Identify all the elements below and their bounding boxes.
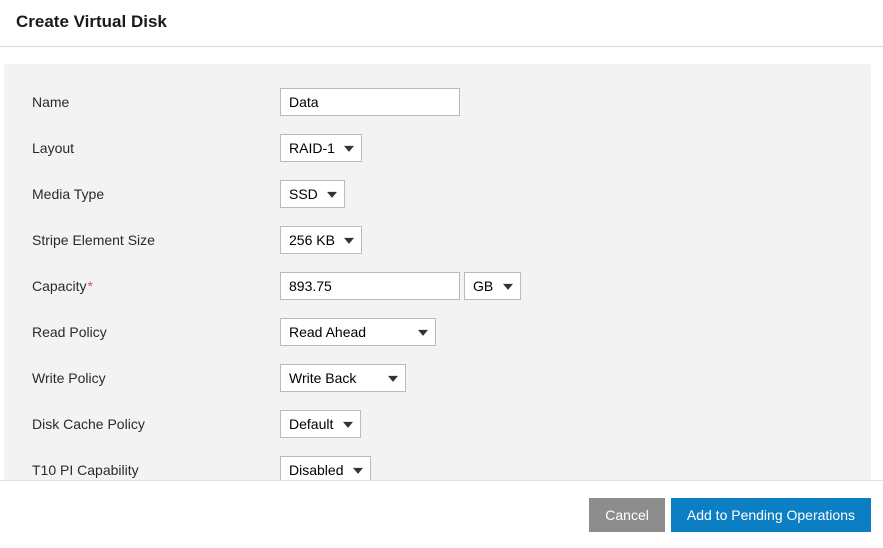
- label-media-type: Media Type: [32, 186, 280, 202]
- add-to-pending-button[interactable]: Add to Pending Operations: [671, 498, 871, 532]
- media-type-select[interactable]: SSD: [280, 180, 345, 208]
- label-disk-cache: Disk Cache Policy: [32, 416, 280, 432]
- cancel-button[interactable]: Cancel: [589, 498, 665, 532]
- row-write-policy: Write Policy Write Back: [32, 364, 843, 392]
- row-disk-cache: Disk Cache Policy Default: [32, 410, 843, 438]
- label-stripe-size: Stripe Element Size: [32, 232, 280, 248]
- row-media-type: Media Type SSD: [32, 180, 843, 208]
- row-stripe-size: Stripe Element Size 256 KB: [32, 226, 843, 254]
- dialog-footer: Cancel Add to Pending Operations: [0, 480, 883, 548]
- stripe-size-select[interactable]: 256 KB: [280, 226, 362, 254]
- dialog-title: Create Virtual Disk: [16, 12, 867, 32]
- label-read-policy: Read Policy: [32, 324, 280, 340]
- row-capacity: Capacity* GB: [32, 272, 843, 300]
- layout-select[interactable]: RAID-1: [280, 134, 362, 162]
- label-write-policy: Write Policy: [32, 370, 280, 386]
- t10-select[interactable]: Disabled: [280, 456, 371, 480]
- form-panel: Name Layout RAID-1 Media Type SSD: [4, 64, 871, 480]
- label-layout: Layout: [32, 140, 280, 156]
- capacity-input[interactable]: [280, 272, 460, 300]
- label-name: Name: [32, 94, 280, 110]
- write-policy-select[interactable]: Write Back: [280, 364, 406, 392]
- row-t10: T10 PI Capability Disabled: [32, 456, 843, 480]
- row-layout: Layout RAID-1: [32, 134, 843, 162]
- content-scroll-area[interactable]: Name Layout RAID-1 Media Type SSD: [0, 48, 883, 480]
- label-capacity: Capacity*: [32, 278, 280, 294]
- row-read-policy: Read Policy Read Ahead: [32, 318, 843, 346]
- row-name: Name: [32, 88, 843, 116]
- disk-cache-select[interactable]: Default: [280, 410, 361, 438]
- label-t10: T10 PI Capability: [32, 462, 280, 478]
- capacity-unit-select[interactable]: GB: [464, 272, 521, 300]
- dialog-header: Create Virtual Disk: [0, 0, 883, 47]
- name-input[interactable]: [280, 88, 460, 116]
- required-mark: *: [87, 278, 92, 294]
- read-policy-select[interactable]: Read Ahead: [280, 318, 436, 346]
